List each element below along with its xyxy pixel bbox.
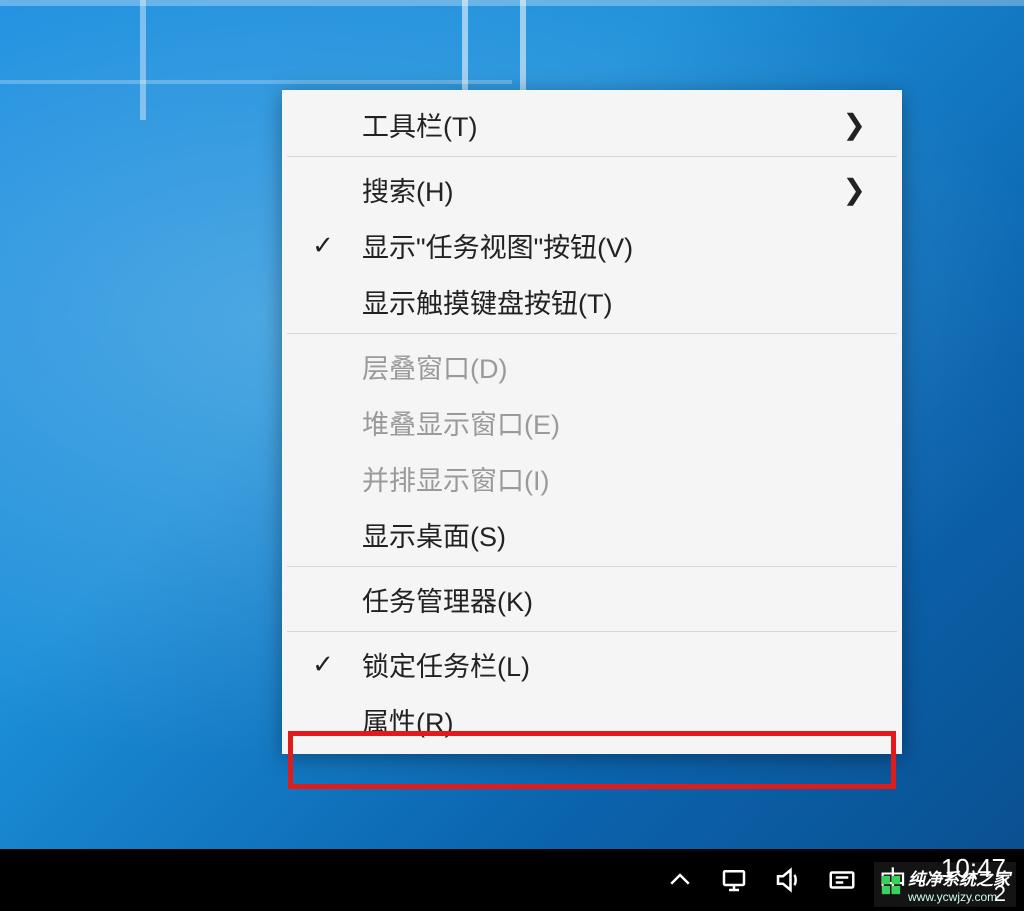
taskbar-context-menu: 工具栏(T) ❯ 搜索(H) ❯ ✓ 显示"任务视图"按钮(V) 显示触摸键盘按… <box>282 90 902 754</box>
watermark: 纯净系统之家 www.ycwjzy.com <box>874 862 1016 907</box>
menu-item-label: 锁定任务栏(L) <box>362 645 872 684</box>
menu-item-show-desktop[interactable]: 显示桌面(S) <box>284 506 900 562</box>
check-icon: ✓ <box>284 230 362 261</box>
watermark-label: 纯净系统之家 <box>908 865 1010 890</box>
volume-icon[interactable] <box>771 863 805 897</box>
menu-item-label: 层叠窗口(D) <box>362 347 872 386</box>
ime-options-icon[interactable] <box>825 863 859 897</box>
taskbar[interactable]: 中 10:47 2 <box>0 849 1024 911</box>
menu-item-label: 显示桌面(S) <box>362 515 872 554</box>
menu-separator <box>287 333 897 334</box>
menu-item-cascade: 层叠窗口(D) <box>284 338 900 394</box>
chevron-right-icon: ❯ <box>843 173 872 206</box>
menu-item-show-task-view[interactable]: ✓ 显示"任务视图"按钮(V) <box>284 217 900 273</box>
menu-item-label: 堆叠显示窗口(E) <box>362 403 872 442</box>
menu-item-label: 任务管理器(K) <box>362 580 872 619</box>
menu-item-label: 显示"任务视图"按钮(V) <box>362 226 872 265</box>
menu-item-properties[interactable]: 属性(R) <box>284 692 900 748</box>
menu-item-label: 搜索(H) <box>362 170 843 209</box>
menu-item-stack: 堆叠显示窗口(E) <box>284 394 900 450</box>
show-hidden-icons[interactable] <box>663 863 697 897</box>
chevron-right-icon: ❯ <box>843 108 872 141</box>
windows-logo-icon <box>880 874 902 896</box>
menu-item-task-manager[interactable]: 任务管理器(K) <box>284 571 900 627</box>
watermark-url: www.ycwjzy.com <box>908 890 1010 904</box>
menu-item-label: 并排显示窗口(I) <box>362 459 872 498</box>
menu-item-toolbars[interactable]: 工具栏(T) ❯ <box>284 96 900 152</box>
menu-item-label: 显示触摸键盘按钮(T) <box>362 282 872 321</box>
menu-item-lock-taskbar[interactable]: ✓ 锁定任务栏(L) <box>284 636 900 692</box>
network-icon[interactable] <box>717 863 751 897</box>
menu-separator <box>287 156 897 157</box>
menu-item-show-touch-kb[interactable]: 显示触摸键盘按钮(T) <box>284 273 900 329</box>
desktop-wallpaper[interactable]: 工具栏(T) ❯ 搜索(H) ❯ ✓ 显示"任务视图"按钮(V) 显示触摸键盘按… <box>0 0 1024 911</box>
check-icon: ✓ <box>284 649 362 680</box>
menu-item-label: 工具栏(T) <box>362 105 843 144</box>
menu-item-search[interactable]: 搜索(H) ❯ <box>284 161 900 217</box>
menu-item-side-by-side: 并排显示窗口(I) <box>284 450 900 506</box>
menu-item-label: 属性(R) <box>362 701 872 740</box>
menu-separator <box>287 631 897 632</box>
menu-separator <box>287 566 897 567</box>
